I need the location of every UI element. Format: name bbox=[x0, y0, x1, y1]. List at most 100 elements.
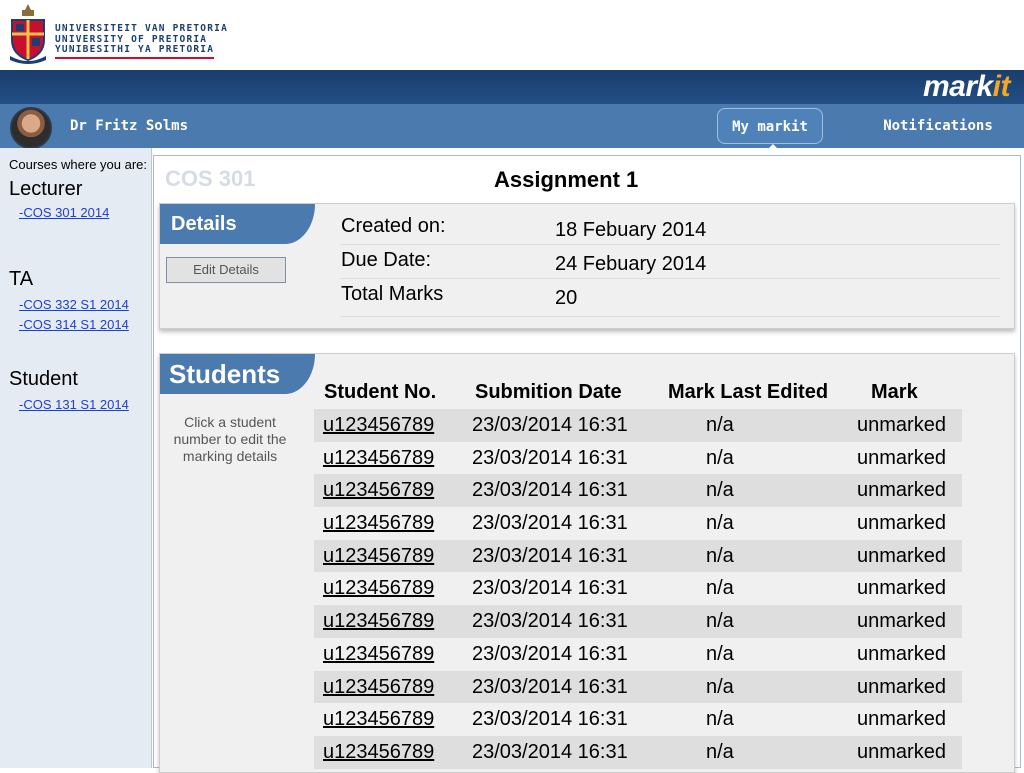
submission-date-cell: 23/03/2014 16:31 bbox=[472, 642, 628, 665]
student-number-link[interactable]: u123456789 bbox=[323, 479, 434, 502]
due-label: Due Date: bbox=[341, 249, 432, 271]
mark-last-edited-cell: n/a bbox=[706, 479, 734, 502]
submission-date-cell: 23/03/2014 16:31 bbox=[472, 740, 628, 763]
submission-date-cell: 23/03/2014 16:31 bbox=[472, 577, 628, 600]
mark-cell: unmarked bbox=[857, 577, 946, 600]
table-row: u123456789 23/03/2014 16:31 n/a unmarked bbox=[314, 703, 962, 736]
table-row: u123456789 23/03/2014 16:31 n/a unmarked bbox=[314, 409, 962, 442]
submission-date-cell: 23/03/2014 16:31 bbox=[472, 414, 628, 436]
role-heading-lecturer: Lecturer bbox=[9, 178, 83, 200]
mark-last-edited-cell: n/a bbox=[706, 414, 734, 436]
submission-date-cell: 23/03/2014 16:31 bbox=[472, 544, 628, 567]
student-number-link[interactable]: u123456789 bbox=[323, 610, 434, 633]
student-number-link[interactable]: u123456789 bbox=[323, 577, 434, 600]
university-name-sepedi: YUNIBESITHI YA PRETORIA bbox=[55, 44, 215, 59]
mark-last-edited-cell: n/a bbox=[706, 610, 734, 633]
brand-bar: markit bbox=[0, 70, 1024, 104]
created-value: 18 Febuary 2014 bbox=[555, 219, 707, 241]
mark-last-edited-cell: n/a bbox=[706, 544, 734, 567]
detail-row-total: Total Marks 20 bbox=[340, 279, 1000, 317]
mark-cell: unmarked bbox=[857, 479, 946, 502]
mark-cell: unmarked bbox=[857, 610, 946, 633]
user-avatar bbox=[10, 107, 52, 149]
mark-cell: unmarked bbox=[857, 675, 946, 698]
sidebar-caption: Courses where you are: bbox=[9, 157, 148, 172]
edit-details-button[interactable]: Edit Details bbox=[166, 257, 286, 283]
students-hint: Click a student number to edit the marki… bbox=[173, 414, 287, 464]
university-crest-icon bbox=[10, 4, 46, 64]
mark-cell: unmarked bbox=[857, 512, 946, 535]
markit-logo: markit bbox=[922, 70, 1011, 104]
user-nav-bar: Dr Fritz Solms My markit Notifications bbox=[0, 104, 1024, 154]
course-link-cos301[interactable]: -COS 301 2014 bbox=[19, 205, 109, 220]
table-row: u123456789 23/03/2014 16:31 n/a unmarked bbox=[314, 605, 962, 638]
active-tab-pointer-icon bbox=[763, 144, 783, 154]
student-number-link[interactable]: u123456789 bbox=[323, 545, 434, 568]
table-row: u123456789 23/03/2014 16:31 n/a unmarked bbox=[314, 735, 962, 769]
submission-date-cell: 23/03/2014 16:31 bbox=[472, 708, 628, 731]
mark-last-edited-cell: n/a bbox=[706, 577, 734, 600]
submission-date-cell: 23/03/2014 16:31 bbox=[472, 479, 628, 502]
mark-cell: unmarked bbox=[857, 642, 946, 665]
table-row: u123456789 23/03/2014 16:31 n/a unmarked bbox=[314, 507, 962, 540]
course-link-cos131[interactable]: -COS 131 S1 2014 bbox=[19, 397, 129, 412]
column-header-submission-date[interactable]: Submition Date bbox=[475, 381, 622, 404]
student-number-link[interactable]: u123456789 bbox=[323, 414, 434, 437]
mark-last-edited-cell: n/a bbox=[706, 740, 734, 763]
submission-date-cell: 23/03/2014 16:31 bbox=[472, 446, 628, 469]
tab-my-markit[interactable]: My markit bbox=[717, 108, 823, 154]
mark-last-edited-cell: n/a bbox=[706, 708, 734, 731]
role-heading-ta: TA bbox=[9, 268, 34, 290]
university-name-afrikaans: UNIVERSITEIT VAN PRETORIA bbox=[55, 23, 228, 34]
logo-prefix: mark bbox=[922, 70, 993, 103]
course-code: COS 301 bbox=[165, 166, 256, 191]
details-panel: Details Edit Details Created on: 18 Febu… bbox=[159, 203, 1015, 329]
student-number-link[interactable]: u123456789 bbox=[323, 741, 434, 764]
students-heading: Students bbox=[160, 354, 315, 394]
table-row: u123456789 23/03/2014 16:31 n/a unmarked bbox=[314, 638, 962, 671]
mark-last-edited-cell: n/a bbox=[706, 446, 734, 469]
mark-last-edited-cell: n/a bbox=[706, 642, 734, 665]
main-content: COS 301 Assignment 1 Details Edit Detail… bbox=[153, 155, 1021, 773]
table-row: u123456789 23/03/2014 16:31 n/a unmarked bbox=[314, 670, 962, 704]
tab-my-markit-label: My markit bbox=[732, 119, 808, 135]
student-number-link[interactable]: u123456789 bbox=[323, 676, 434, 699]
total-label: Total Marks bbox=[341, 283, 444, 305]
students-table-body: u123456789 23/03/2014 16:31 n/a unmarked u12… bbox=[314, 409, 962, 769]
mark-last-edited-cell: n/a bbox=[706, 675, 734, 698]
total-value: 20 bbox=[555, 287, 578, 309]
column-header-mark[interactable]: Mark bbox=[871, 381, 918, 404]
mark-cell: unmarked bbox=[857, 544, 946, 567]
student-number-link[interactable]: u123456789 bbox=[323, 708, 434, 731]
submission-date-cell: 23/03/2014 16:31 bbox=[472, 610, 628, 633]
details-heading: Details bbox=[160, 204, 315, 244]
students-panel: Students Click a student number to edit … bbox=[159, 353, 1015, 773]
university-header: UNIVERSITEIT VAN PRETORIA UNIVERSITY OF … bbox=[0, 0, 1024, 70]
mark-cell: unmarked bbox=[857, 740, 946, 763]
column-header-mark-last-edited[interactable]: Mark Last Edited bbox=[668, 381, 828, 404]
submission-date-cell: 23/03/2014 16:31 bbox=[472, 675, 628, 698]
table-row: u123456789 23/03/2014 16:31 n/a unmarked bbox=[314, 474, 962, 508]
role-heading-student: Student bbox=[9, 368, 78, 390]
student-number-link[interactable]: u123456789 bbox=[323, 643, 434, 666]
logo-accent: it bbox=[992, 70, 1011, 103]
page-title: Assignment 1 bbox=[494, 167, 639, 192]
university-names: UNIVERSITEIT VAN PRETORIA UNIVERSITY OF … bbox=[55, 23, 228, 59]
table-row: u123456789 23/03/2014 16:31 n/a unmarked bbox=[314, 442, 962, 475]
created-label: Created on: bbox=[341, 215, 446, 237]
mark-cell: unmarked bbox=[857, 708, 946, 731]
tab-notifications[interactable]: Notifications bbox=[868, 108, 1008, 144]
column-header-student-no[interactable]: Student No. bbox=[324, 381, 436, 404]
mark-last-edited-cell: n/a bbox=[706, 512, 734, 535]
mark-cell: unmarked bbox=[857, 446, 946, 469]
course-link-cos332[interactable]: -COS 332 S1 2014 bbox=[19, 297, 129, 312]
course-link-cos314[interactable]: -COS 314 S1 2014 bbox=[19, 317, 129, 332]
submission-date-cell: 23/03/2014 16:31 bbox=[472, 512, 628, 535]
student-number-link[interactable]: u123456789 bbox=[323, 447, 434, 470]
user-name: Dr Fritz Solms bbox=[70, 118, 189, 134]
table-row: u123456789 23/03/2014 16:31 n/a unmarked bbox=[314, 572, 962, 605]
detail-row-created: Created on: 18 Febuary 2014 bbox=[340, 211, 1000, 245]
detail-row-due: Due Date: 24 Febuary 2014 bbox=[340, 245, 1000, 279]
due-value: 24 Febuary 2014 bbox=[555, 253, 707, 275]
student-number-link[interactable]: u123456789 bbox=[323, 512, 434, 535]
